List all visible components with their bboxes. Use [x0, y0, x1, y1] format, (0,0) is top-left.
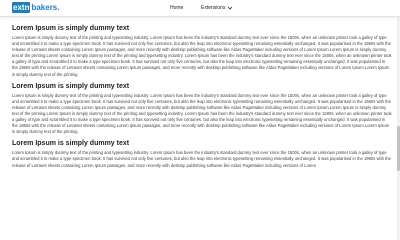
chevron-down-icon [227, 5, 233, 11]
section-paragraph: Lorem Ipsum is simply dummy text of the … [12, 92, 392, 135]
top-navbar: extn bakers. Home Extensions [0, 0, 400, 17]
content-section: Lorem Ipsum is simply dummy text Lorem I… [12, 82, 392, 136]
main-content: Lorem Ipsum is simply dummy text Lorem I… [12, 24, 392, 173]
section-heading: Lorem Ipsum is simply dummy text [12, 25, 130, 32]
nav-link-home[interactable]: Home [170, 3, 183, 13]
site-logo[interactable]: extn bakers. [12, 2, 59, 13]
nav-dropdown-extensions-label: Extensions [201, 5, 226, 11]
logo-wordmark-text: bakers. [31, 3, 60, 12]
logo-box-text: extn [12, 2, 31, 13]
section-paragraph: Lorem Ipsum is simply dummy text of the … [12, 150, 391, 168]
section-paragraph: Lorem Ipsum is simply dummy text of the … [12, 35, 392, 77]
content-section: Lorem Ipsum is simply dummy text Lorem I… [12, 139, 392, 168]
nav-dropdown-extensions[interactable]: Extensions [201, 3, 233, 13]
content-section: Lorem Ipsum is simply dummy text Lorem I… [12, 24, 392, 78]
section-heading: Lorem Ipsum is simply dummy text [12, 82, 130, 90]
section-heading: Lorem Ipsum is simply dummy text [12, 140, 130, 148]
